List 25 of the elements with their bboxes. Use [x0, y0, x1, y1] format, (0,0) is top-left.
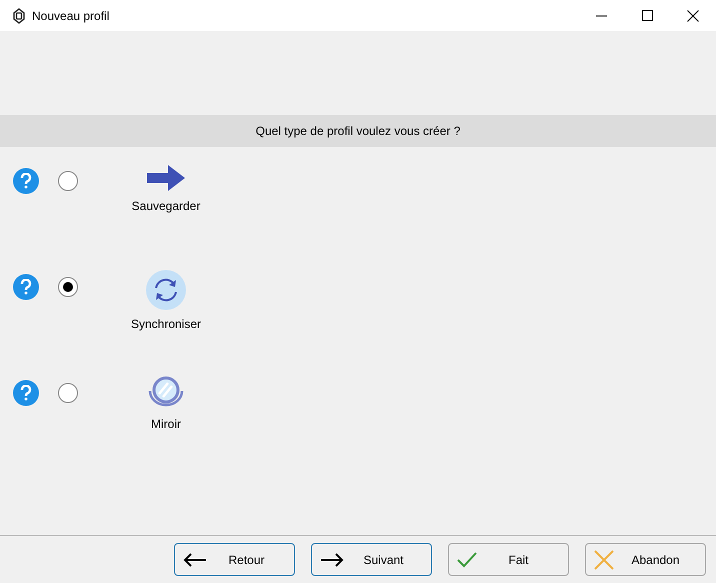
- question-banner: Quel type de profil voulez vous créer ?: [0, 115, 716, 147]
- check-icon: [457, 552, 477, 568]
- dialog-button[interactable]: Suivant: [311, 543, 432, 576]
- left-arrow-icon: [183, 552, 207, 566]
- dialog-button[interactable]: Abandon: [585, 543, 706, 576]
- radio-button[interactable]: [58, 383, 78, 403]
- help-icon[interactable]: [13, 380, 39, 406]
- sync-icon: [145, 269, 187, 311]
- dialog-button[interactable]: Fait: [448, 543, 569, 576]
- close-icon: [687, 10, 699, 22]
- cross-icon: [594, 550, 614, 570]
- help-icon[interactable]: [13, 274, 39, 300]
- minimize-icon: [596, 14, 606, 16]
- maximize-icon: [642, 10, 652, 21]
- dialog-button[interactable]: Retour: [174, 543, 295, 576]
- option-label: Miroir: [151, 416, 181, 433]
- help-icon[interactable]: [13, 168, 39, 194]
- right-arrow-icon: [320, 552, 344, 566]
- radio-button[interactable]: [58, 171, 78, 191]
- right-arrow-icon: [146, 163, 186, 193]
- app-icon: [12, 8, 26, 24]
- option-label: Synchroniser: [130, 316, 202, 333]
- option-label: Sauvegarder: [132, 198, 200, 215]
- radio-button[interactable]: [58, 277, 78, 297]
- window-title: Nouveau profil: [32, 8, 110, 24]
